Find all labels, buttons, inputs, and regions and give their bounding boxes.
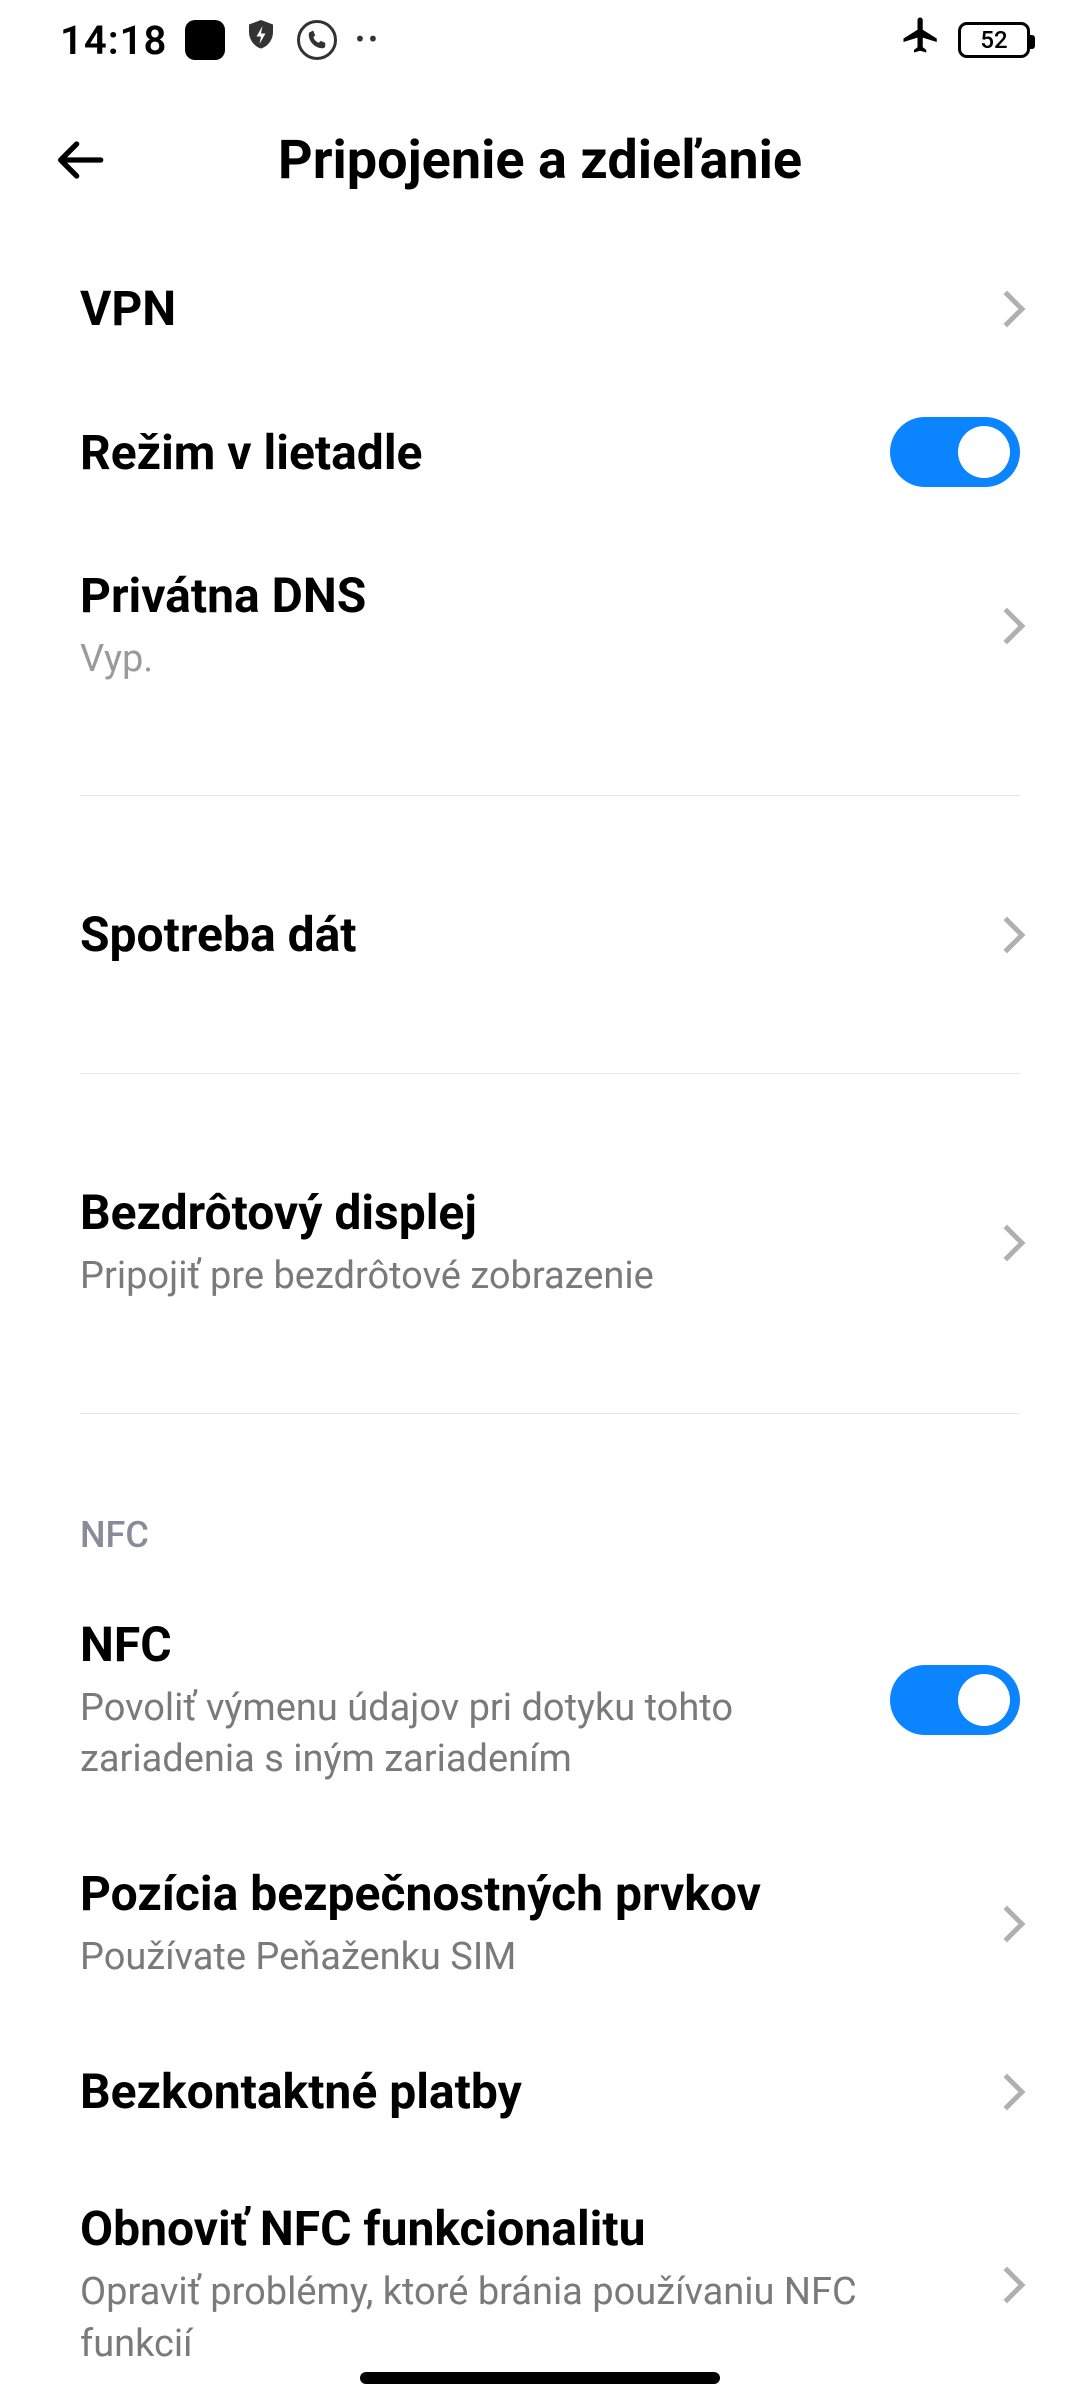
chevron-right-icon xyxy=(989,2267,1026,2304)
row-vpn-title: VPN xyxy=(80,280,964,337)
row-nfc-title: NFC xyxy=(80,1616,860,1673)
row-private-dns[interactable]: Privátna DNS Vyp. xyxy=(0,527,1080,725)
more-notifications-icon: •• xyxy=(355,25,381,55)
row-nfc[interactable]: NFC Povoliť výmenu údajov pri dotyku toh… xyxy=(0,1576,1080,1826)
section-header-nfc: NFC xyxy=(0,1444,1080,1576)
app-indicator-icon xyxy=(185,20,225,60)
battery-indicator: 52 xyxy=(958,22,1030,58)
app-header: Pripojenie a zdieľanie xyxy=(0,80,1080,240)
chevron-right-icon xyxy=(989,290,1026,327)
status-bar: 14:18 •• 52 xyxy=(0,0,1080,80)
row-wireless-display[interactable]: Bezdrôtový displej Pripojiť pre bezdrôto… xyxy=(0,1144,1080,1342)
airplane-mode-toggle[interactable] xyxy=(890,417,1020,487)
row-reset-nfc-sub: Opraviť problémy, ktoré bránia používani… xyxy=(80,2267,964,2370)
row-reset-nfc-title: Obnoviť NFC funkcionalitu xyxy=(80,2200,964,2257)
airplane-mode-status-icon xyxy=(900,14,942,66)
row-wireless-display-title: Bezdrôtový displej xyxy=(80,1184,964,1241)
page-title: Pripojenie a zdieľanie xyxy=(50,129,1030,192)
row-secure-element-sub: Používate Peňaženku SIM xyxy=(80,1932,964,1983)
row-airplane-title: Režim v lietadle xyxy=(80,424,860,481)
row-private-dns-sub: Vyp. xyxy=(80,634,964,685)
row-airplane-mode[interactable]: Režim v lietadle xyxy=(0,377,1080,527)
row-contactless-title: Bezkontaktné platby xyxy=(80,2063,964,2120)
row-private-dns-title: Privátna DNS xyxy=(80,567,964,624)
chevron-right-icon xyxy=(989,2074,1026,2111)
row-data-usage[interactable]: Spotreba dát xyxy=(0,866,1080,1003)
shield-bolt-icon xyxy=(243,17,279,63)
row-wireless-display-sub: Pripojiť pre bezdrôtové zobrazenie xyxy=(80,1251,964,1302)
chevron-right-icon xyxy=(989,1225,1026,1262)
status-clock: 14:18 xyxy=(60,17,167,64)
row-contactless-payments[interactable]: Bezkontaktné platby xyxy=(0,2023,1080,2160)
divider xyxy=(80,795,1020,796)
row-reset-nfc[interactable]: Obnoviť NFC funkcionalitu Opraviť problé… xyxy=(0,2160,1080,2400)
home-indicator[interactable] xyxy=(360,2372,720,2384)
row-data-usage-title: Spotreba dát xyxy=(80,906,964,963)
messaging-app-icon xyxy=(297,20,337,60)
chevron-right-icon xyxy=(989,916,1026,953)
settings-list: VPN Režim v lietadle Privátna DNS Vyp. S… xyxy=(0,240,1080,2400)
chevron-right-icon xyxy=(989,1906,1026,1943)
divider xyxy=(80,1073,1020,1074)
row-vpn[interactable]: VPN xyxy=(0,240,1080,377)
row-nfc-sub: Povoliť výmenu údajov pri dotyku tohto z… xyxy=(80,1683,860,1786)
status-left: 14:18 •• xyxy=(60,17,382,64)
divider xyxy=(80,1413,1020,1414)
nfc-toggle[interactable] xyxy=(890,1665,1020,1735)
row-secure-element-title: Pozícia bezpečnostných prvkov xyxy=(80,1865,964,1922)
battery-percent: 52 xyxy=(980,26,1007,54)
row-secure-element[interactable]: Pozícia bezpečnostných prvkov Používate … xyxy=(0,1825,1080,2023)
chevron-right-icon xyxy=(989,608,1026,645)
status-right: 52 xyxy=(900,14,1030,66)
